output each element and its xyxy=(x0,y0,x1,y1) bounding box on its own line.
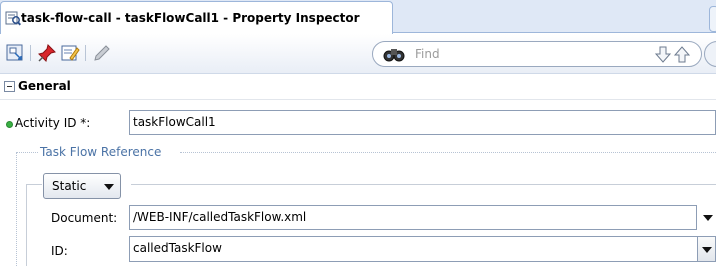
group-border xyxy=(16,152,38,153)
general-section-header[interactable]: General xyxy=(0,75,716,100)
toolbar-separator xyxy=(85,45,86,61)
group-border xyxy=(180,152,716,153)
activity-id-label: Activity ID *: xyxy=(15,116,91,130)
view-mode-icon[interactable] xyxy=(5,43,25,63)
task-flow-reference-label: Task Flow Reference xyxy=(40,145,162,159)
pencil-icon[interactable] xyxy=(92,43,112,63)
general-section-title: General xyxy=(18,79,71,93)
group-border xyxy=(26,184,42,185)
toolbar-separator xyxy=(30,45,31,61)
find-next-arrow-icon[interactable] xyxy=(654,45,672,64)
collapse-icon[interactable] xyxy=(4,81,15,92)
find-field[interactable]: Find xyxy=(372,41,702,67)
pin-icon[interactable] xyxy=(37,43,57,63)
document-label: Document: xyxy=(51,211,118,225)
group-border xyxy=(26,184,27,266)
next-tab[interactable] xyxy=(709,6,716,32)
toolbar: Find xyxy=(0,34,716,74)
reference-mode-select[interactable]: Static xyxy=(43,173,121,199)
edit-properties-icon[interactable] xyxy=(60,43,80,63)
document-field[interactable]: /WEB-INF/calledTaskFlow.xml xyxy=(129,205,697,230)
group-border xyxy=(16,152,17,266)
activity-id-field[interactable]: taskFlowCall1 xyxy=(129,110,716,135)
id-dropdown-button[interactable] xyxy=(697,236,716,262)
reference-mode-value: Static xyxy=(52,179,87,193)
id-field[interactable]: calledTaskFlow xyxy=(129,236,716,262)
group-border xyxy=(131,184,716,185)
required-indicator-icon xyxy=(6,121,13,128)
tab-property-inspector[interactable]: task-flow-call - taskFlowCall1 - Propert… xyxy=(0,1,393,34)
find-options-button[interactable] xyxy=(704,41,716,67)
chevron-down-icon xyxy=(104,184,114,190)
chevron-down-icon xyxy=(702,247,712,253)
document-dropdown-icon[interactable] xyxy=(703,215,713,221)
find-placeholder: Find xyxy=(415,47,440,61)
tab-title: task-flow-call - taskFlowCall1 - Propert… xyxy=(21,11,360,25)
property-inspector-icon xyxy=(5,10,22,26)
id-label: ID: xyxy=(51,244,68,258)
find-previous-arrow-icon[interactable] xyxy=(673,45,691,64)
binoculars-icon[interactable] xyxy=(383,45,405,63)
